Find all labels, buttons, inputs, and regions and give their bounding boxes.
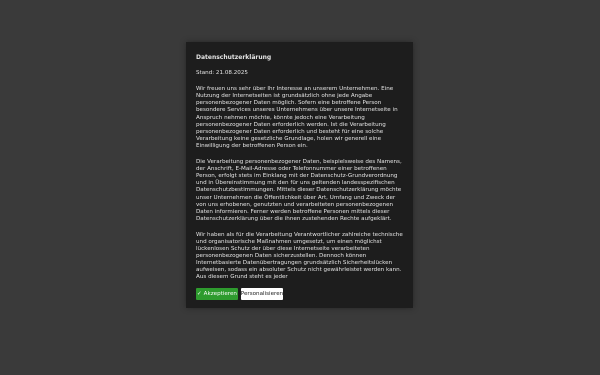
- accept-button[interactable]: ✓ Akzeptieren: [196, 288, 238, 300]
- check-icon: ✓: [197, 291, 202, 297]
- policy-paragraph-2: Die Verarbeitung personenbezogener Daten…: [196, 159, 402, 222]
- policy-paragraph-1: Wir freuen uns sehr über Ihr Interesse a…: [196, 86, 398, 149]
- privacy-dialog: Datenschutzerklärung Stand: 21.08.2025 W…: [186, 42, 413, 308]
- dialog-actions: ✓ Akzeptieren Personalisieren: [196, 288, 283, 300]
- accept-button-label: Akzeptieren: [203, 291, 237, 297]
- privacy-text-scroll-area[interactable]: Datenschutzerklärung Stand: 21.08.2025 W…: [196, 54, 404, 296]
- dialog-title: Datenschutzerklärung: [196, 54, 272, 61]
- personalize-button[interactable]: Personalisieren: [241, 288, 283, 300]
- personalize-button-label: Personalisieren: [240, 291, 284, 297]
- policy-paragraph-3: Wir haben als für die Verarbeitung Veran…: [196, 231, 403, 281]
- policy-date: Stand: 21.08.2025: [196, 70, 248, 77]
